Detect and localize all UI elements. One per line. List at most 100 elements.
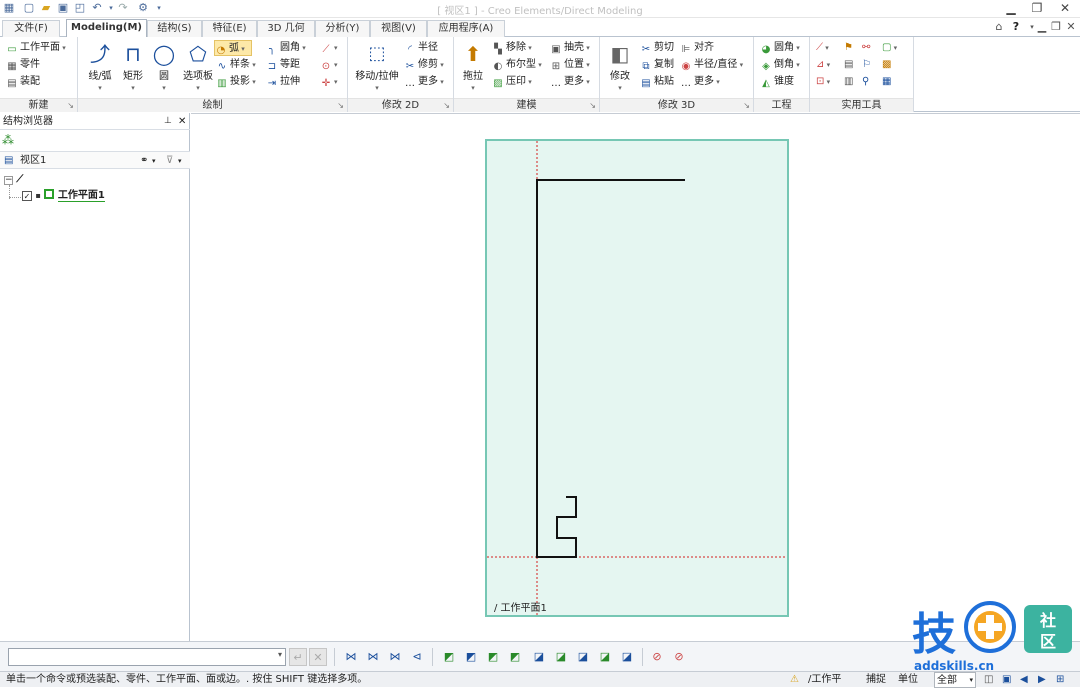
tab-modeling[interactable]: Modeling(M): [66, 19, 147, 37]
more-2d-button[interactable]: … 更多 ▾: [404, 74, 444, 90]
offset-button[interactable]: ⊐ 等距: [266, 57, 300, 73]
tab-feature[interactable]: 特征(E): [202, 20, 257, 37]
pin-icon[interactable]: ⊥: [164, 113, 172, 130]
group-launcher-icon[interactable]: ↘: [67, 101, 74, 110]
restore-button[interactable]: ❐: [1026, 0, 1048, 16]
view-top-icon[interactable]: ◪: [552, 648, 570, 666]
view-front-icon[interactable]: ◪: [530, 648, 548, 666]
select-filter-2-icon[interactable]: ⋈: [364, 648, 382, 666]
flag-icon[interactable]: ⚑: [844, 40, 853, 56]
tab-structure[interactable]: 结构(S): [147, 20, 202, 37]
close-button[interactable]: ✕: [1054, 0, 1076, 16]
construction-tool-button[interactable]: ✛ ▾: [320, 74, 338, 90]
radius-button[interactable]: ◜ 半径: [404, 40, 438, 56]
view-right-icon[interactable]: ◪: [574, 648, 592, 666]
label-icon[interactable]: ⊡ ▾: [816, 74, 830, 90]
help-icon[interactable]: ?: [1008, 19, 1024, 35]
chamfer-button[interactable]: ◈ 倒角 ▾: [760, 57, 800, 73]
select-filter-3-icon[interactable]: ⋈: [386, 648, 404, 666]
filter-icon[interactable]: ⊽: [166, 152, 173, 170]
table-icon[interactable]: ▤: [844, 57, 853, 73]
select-filter-1-icon[interactable]: ⋈: [342, 648, 360, 666]
cut-button[interactable]: ✂ 剪切: [640, 40, 674, 56]
measure-icon[interactable]: ⟋ ▾: [816, 40, 829, 56]
palette-button[interactable]: ⬠ 选项板 ▾: [180, 41, 216, 93]
assembly-button[interactable]: ▤ 装配: [6, 74, 40, 90]
tab-file[interactable]: 文件(F): [2, 20, 60, 37]
inner-close-icon[interactable]: ✕: [1063, 19, 1079, 35]
move-stretch-button[interactable]: ⬚ 移动/拉伸 ▾: [352, 41, 402, 93]
clip-plane-icon[interactable]: ⊘: [648, 648, 666, 666]
structure-tree-tab-icon[interactable]: ⁂: [2, 133, 18, 147]
enter-icon[interactable]: ↵: [289, 648, 307, 666]
tag-icon[interactable]: ⚐: [862, 57, 871, 73]
point-tool-button[interactable]: ⊙ ▾: [320, 57, 338, 73]
more-3d-button[interactable]: … 更多 ▾: [680, 74, 720, 90]
circle-button[interactable]: ◯ 圆 ▾: [150, 41, 178, 93]
workplane-sheet[interactable]: / 工作平面1: [485, 139, 789, 617]
blend-button[interactable]: ◕ 圆角 ▾: [760, 40, 800, 56]
tab-3d-geometry[interactable]: 3D 几何: [257, 20, 315, 37]
line-tool-button[interactable]: ⟋ ▾: [320, 40, 338, 56]
taper-button[interactable]: ◭ 锥度: [760, 74, 794, 90]
cancel-icon[interactable]: ✕: [309, 648, 327, 666]
project-button[interactable]: ▥ 投影 ▾: [216, 74, 255, 90]
group-launcher-icon[interactable]: ↘: [337, 101, 344, 110]
pull-button[interactable]: ⬆ 拖拉 ▾: [456, 41, 490, 93]
viewport[interactable]: / 工作平面1: [191, 113, 1080, 641]
tab-applications[interactable]: 应用程序(A): [427, 20, 505, 37]
binoculars-icon[interactable]: ⚭: [140, 152, 148, 170]
visibility-checkbox[interactable]: ✓: [22, 191, 32, 201]
radius-diameter-button[interactable]: ◉ 半径/直径 ▾: [680, 57, 744, 73]
view-iso-2-icon[interactable]: ◩: [462, 648, 480, 666]
tab-analysis[interactable]: 分析(Y): [315, 20, 370, 37]
panel-close-icon[interactable]: ✕: [178, 113, 186, 130]
chevron-down-icon[interactable]: ▾: [152, 152, 156, 170]
modify-button[interactable]: ◧ 修改 ▾: [604, 41, 636, 93]
snap-button[interactable]: 捕捉: [866, 672, 886, 688]
tree-collapse-icon[interactable]: −: [4, 176, 13, 185]
ribbon-minimize-icon[interactable]: ⌂: [991, 19, 1007, 35]
clip-plane-2-icon[interactable]: ⊘: [670, 648, 688, 666]
inspect-icon[interactable]: ⚲: [862, 74, 869, 90]
group-launcher-icon[interactable]: ↘: [443, 101, 450, 110]
image-icon[interactable]: ▩: [882, 57, 891, 73]
browser-view-selector[interactable]: ▤ 视区1 ⚭ ▾ ⊽ ▾: [0, 151, 190, 169]
trim-button[interactable]: ✂ 修剪 ▾: [404, 57, 444, 73]
group-launcher-icon[interactable]: ↘: [743, 101, 750, 110]
part-button[interactable]: ▦ 零件: [6, 57, 40, 73]
paste-button[interactable]: ▤ 粘贴: [640, 74, 674, 90]
view-left-icon[interactable]: ◪: [596, 648, 614, 666]
align-button[interactable]: ⊫ 对齐: [680, 40, 714, 56]
shell-button[interactable]: ▣ 抽壳 ▾: [550, 40, 589, 56]
tab-view[interactable]: 视图(V): [370, 20, 427, 37]
workplane-button[interactable]: ▭ 工作平面 ▾: [6, 40, 65, 56]
select-filter-4-icon[interactable]: ⊲: [408, 648, 426, 666]
chevron-down-icon[interactable]: ▾: [278, 650, 282, 659]
warning-icon[interactable]: ⚠: [790, 672, 799, 688]
view-iso-1-icon[interactable]: ◩: [440, 648, 458, 666]
square-outline-icon[interactable]: ▢ ▾: [882, 40, 897, 56]
remove-button[interactable]: ▚ 移除 ▾: [492, 40, 532, 56]
line-arc-button[interactable]: ⤴ 线/弧 ▾: [82, 41, 118, 93]
spline-button[interactable]: ∿ 样条 ▾: [216, 57, 256, 73]
inner-restore-icon[interactable]: ❐: [1048, 19, 1064, 35]
grid-icon[interactable]: ▦: [882, 74, 891, 90]
boolean-button[interactable]: ◐ 布尔型 ▾: [492, 57, 542, 73]
relation-icon[interactable]: ⚯: [862, 40, 870, 56]
status-workplane[interactable]: /工作平: [808, 672, 841, 688]
tree-root[interactable]: − ⟋: [4, 173, 23, 187]
view-iso-3-icon[interactable]: ◩: [484, 648, 502, 666]
group-launcher-icon[interactable]: ↘: [589, 101, 596, 110]
extend-button[interactable]: ⇥ 拉伸: [266, 74, 300, 90]
dimension-icon[interactable]: ⊿ ▾: [816, 57, 830, 73]
arc-button[interactable]: ◔ 弧 ▾: [214, 40, 252, 56]
position-button[interactable]: ⊞ 位置 ▾: [550, 57, 590, 73]
chevron-down-icon[interactable]: ▾: [178, 152, 182, 170]
imprint-button[interactable]: ▨ 压印 ▾: [492, 74, 531, 90]
command-input[interactable]: ▾: [8, 648, 286, 666]
tree-item-workplane[interactable]: ✓ ▪ 工作平面1: [22, 189, 105, 203]
clipboard-icon[interactable]: ▥: [844, 74, 853, 90]
minimize-button[interactable]: ▁: [1000, 0, 1022, 16]
view-bottom-icon[interactable]: ◪: [618, 648, 636, 666]
